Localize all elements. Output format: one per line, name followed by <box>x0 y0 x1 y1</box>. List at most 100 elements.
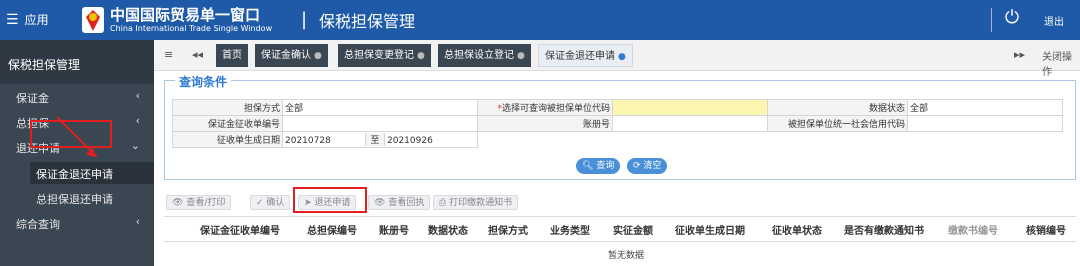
sidebar-item-deposit-refund[interactable]: 保证金退还申请 <box>30 162 154 184</box>
header-divider <box>991 8 992 32</box>
date-to-label: 至 <box>365 133 385 146</box>
view-receipt-button[interactable]: 👁︎ 查看回执 <box>368 195 431 210</box>
toolbar-label: 查看/打印 <box>186 198 226 208</box>
chevron-left-icon: ‹ <box>135 215 140 228</box>
date-to-input[interactable]: 20210926 <box>385 136 433 146</box>
sidebar-item-label: 综合查询 <box>16 218 60 231</box>
view-icon: 👁︎ <box>374 198 386 208</box>
tab-label: 保证金确认 <box>261 50 311 61</box>
date-range: 20210728 至 20210926 <box>282 131 478 148</box>
date-from-input[interactable]: 20210728 <box>283 136 365 146</box>
column-header[interactable]: 数据状态 <box>428 222 468 237</box>
chevron-left-icon: ‹ <box>135 89 140 102</box>
sidebar-item-label: 保证金退还申请 <box>36 168 113 181</box>
annotation-highlight-toolbar <box>293 187 367 213</box>
brand-english: China International Trade Single Window <box>110 24 273 33</box>
column-header[interactable]: 缴款书编号 <box>948 222 998 237</box>
toolbar-label: 打印缴款通知书 <box>449 198 513 208</box>
close-icon[interactable]: ● <box>517 51 525 61</box>
title-separator: | <box>301 9 308 30</box>
menu-toggle-icon[interactable]: ≡ <box>164 48 173 61</box>
view-print-button[interactable]: 👁︎ 查看/打印 <box>166 195 232 210</box>
tab-label: 首页 <box>222 50 242 61</box>
sidebar-item-label: 总担保退还申请 <box>36 193 113 206</box>
chevron-left-icon: ‹ <box>135 114 140 127</box>
field-label: 数据状态 <box>767 99 908 116</box>
deposit-bill-number-input[interactable] <box>282 115 478 132</box>
page-title: 保税担保管理 <box>319 12 416 31</box>
toolbar-label: 查看回执 <box>388 198 425 208</box>
account-book-number-input[interactable] <box>612 115 768 132</box>
sidebar-item-comprehensive-query[interactable]: 综合查询 ‹ <box>0 212 154 234</box>
check-icon: ✓ <box>256 198 264 208</box>
refresh-icon: ⟳ <box>633 161 641 171</box>
search-icon: 🔍︎ <box>582 161 594 171</box>
logout-link[interactable]: 退出 <box>1044 13 1064 28</box>
field-label: 账册号 <box>477 115 613 132</box>
credit-code-input[interactable] <box>907 115 1063 132</box>
field-label: 保证金征收单编号 <box>172 115 283 132</box>
tab-deposit-refund[interactable]: 保证金退还申请 ● <box>538 44 633 67</box>
column-header[interactable]: 保证金征收单编号 <box>200 222 280 237</box>
query-form: 担保方式 全部 *选择可查询被担保单位代码 数据状态 全部 保证金征收单编号 账… <box>172 99 1063 148</box>
tabs-scroll-left-icon[interactable]: ◂◂ <box>192 48 203 61</box>
close-icon[interactable]: ● <box>618 52 626 62</box>
guaranteed-unit-code-input[interactable] <box>612 99 768 116</box>
sidebar-item-label: 保证金 <box>16 92 49 105</box>
printer-icon: ⎙ <box>439 198 447 208</box>
chevron-down-icon: ⌄ <box>130 139 140 152</box>
top-header: ☰ 应用 中国国际贸易单一窗口 China International Trade… <box>0 0 1080 40</box>
query-panel-title: 查询条件 <box>175 73 232 90</box>
clear-button-label: 清空 <box>643 161 662 171</box>
guarantee-type-select[interactable]: 全部 <box>282 99 478 116</box>
tab-guarantee-change[interactable]: 总担保变更登记 ● <box>338 44 431 67</box>
column-header[interactable]: 账册号 <box>379 222 409 237</box>
tabs-scroll-right-icon[interactable]: ▸▸ <box>1014 48 1025 61</box>
tab-label: 总担保设立登记 <box>444 50 514 61</box>
close-icon[interactable]: ● <box>417 51 425 61</box>
chevron-left-icon: ‹ <box>8 55 13 69</box>
power-icon[interactable]: ⏻ <box>1001 7 1023 29</box>
tab-guarantee-establish[interactable]: 总担保设立登记 ● <box>438 44 531 67</box>
sidebar-header[interactable]: 保税担保管理 ‹ <box>0 40 154 84</box>
tab-label: 总担保变更登记 <box>344 50 414 61</box>
tab-bar: ≡ ◂◂ 首页 保证金确认 ● 总担保变更登记 ● 总担保设立登记 ● 保证金退还申请… <box>154 40 1080 78</box>
close-icon[interactable]: ● <box>314 51 322 61</box>
print-notice-button[interactable]: ⎙ 打印缴款通知书 <box>433 195 519 210</box>
column-header[interactable]: 担保方式 <box>488 222 528 237</box>
results-grid-header: 保证金征收单编号 总担保编号 账册号 数据状态 担保方式 业务类型 实征金额 征… <box>164 216 1076 242</box>
view-icon: 👁︎ <box>172 198 184 208</box>
column-header[interactable]: 总担保编号 <box>307 222 357 237</box>
tab-label: 保证金退还申请 <box>545 51 615 62</box>
column-header[interactable]: 实征金额 <box>613 222 653 237</box>
field-label: 被担保单位统一社会信用代码 <box>767 115 908 132</box>
column-header[interactable]: 征收单状态 <box>772 222 822 237</box>
column-header[interactable]: 业务类型 <box>550 222 590 237</box>
clear-button[interactable]: ⟳ 清空 <box>627 158 668 174</box>
search-button-label: 查询 <box>596 161 615 171</box>
confirm-button[interactable]: ✓ 确认 <box>250 195 291 210</box>
brand-chinese: 中国国际贸易单一窗口 <box>110 6 261 24</box>
query-panel: 查询条件 担保方式 全部 *选择可查询被担保单位代码 数据状态 全部 保证金征收… <box>164 73 1076 180</box>
sidebar-item-deposit[interactable]: 保证金 ‹ <box>0 86 154 108</box>
column-header[interactable]: 是否有缴款通知书 <box>844 222 924 237</box>
column-header[interactable]: 征收单生成日期 <box>675 222 745 237</box>
sidebar: 保税担保管理 ‹ 保证金 ‹ 总担保 ‹ 退还申请 ⌄ 保证金退还申请 总担保退… <box>0 40 154 266</box>
search-button[interactable]: 🔍︎ 查询 <box>576 158 621 174</box>
tab-deposit-confirm[interactable]: 保证金确认 ● <box>255 44 328 67</box>
app-menu-button[interactable]: ☰ 应用 <box>6 11 49 28</box>
field-label: 征收单生成日期 <box>172 131 283 148</box>
column-header[interactable]: 核销编号 <box>1026 222 1066 237</box>
annotation-highlight-sidebar <box>30 120 112 148</box>
app-menu-label: 应用 <box>24 13 49 27</box>
sidebar-item-guarantee-refund[interactable]: 总担保退还申请 <box>30 187 154 209</box>
data-status-select[interactable]: 全部 <box>907 99 1063 116</box>
field-label: 担保方式 <box>172 99 283 116</box>
tab-home[interactable]: 首页 <box>216 44 248 67</box>
close-operations-menu[interactable]: 关闭操作 <box>1042 48 1080 78</box>
customs-emblem-icon <box>82 7 104 33</box>
field-label: *选择可查询被担保单位代码 <box>477 99 613 116</box>
toolbar-label: 确认 <box>266 198 285 208</box>
hamburger-icon: ☰ <box>6 12 19 28</box>
empty-state-text: 暂无数据 <box>608 251 645 261</box>
